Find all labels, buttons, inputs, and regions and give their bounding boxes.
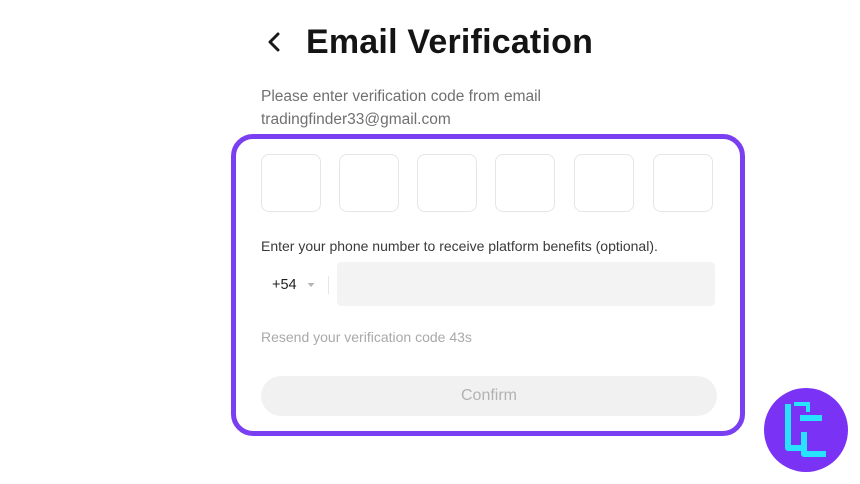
- header: Email Verification: [266, 22, 593, 62]
- tradingfinder-logo-icon: [785, 402, 826, 457]
- phone-label: Enter your phone number to receive platf…: [261, 238, 658, 254]
- instruction-line: Please enter verification code from emai…: [261, 88, 541, 105]
- phone-number-input[interactable]: [337, 262, 715, 306]
- code-digit-5[interactable]: [574, 154, 634, 212]
- chevron-left-icon: [268, 32, 280, 52]
- watermark-badge: [764, 388, 848, 472]
- code-digit-4[interactable]: [495, 154, 555, 212]
- country-code-select[interactable]: +54: [262, 266, 328, 304]
- resend-code-text: Resend your verification code 43s: [261, 329, 472, 345]
- country-code-value: +54: [272, 277, 297, 293]
- email-verification-page: Email Verification Please enter verifica…: [0, 0, 860, 484]
- select-divider: [328, 276, 329, 294]
- code-digit-3[interactable]: [417, 154, 477, 212]
- instruction-text: Please enter verification code from emai…: [261, 85, 541, 131]
- code-digit-2[interactable]: [339, 154, 399, 212]
- email-address: tradingfinder33@gmail.com: [261, 111, 451, 128]
- code-digit-1[interactable]: [261, 154, 321, 212]
- caret-down-icon: [307, 283, 315, 287]
- back-button[interactable]: [266, 22, 294, 62]
- page-title: Email Verification: [306, 22, 594, 61]
- confirm-button[interactable]: Confirm: [261, 376, 717, 416]
- code-digit-6[interactable]: [653, 154, 713, 212]
